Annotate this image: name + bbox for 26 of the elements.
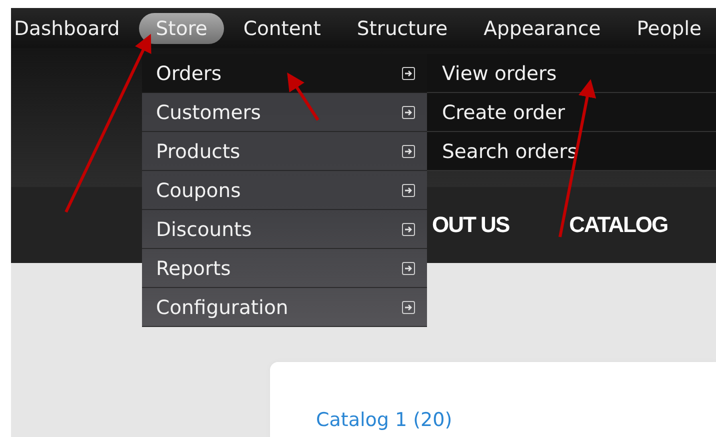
nav-link[interactable]: OUT US: [432, 212, 510, 238]
menu-item[interactable]: Customers: [142, 93, 427, 132]
toolbar-tab[interactable]: Content: [226, 12, 338, 44]
arrow-right-icon: [402, 66, 415, 80]
toolbar-tab[interactable]: Appearance: [466, 12, 618, 44]
toolbar-tab[interactable]: Dashboard: [11, 12, 137, 44]
nav-link[interactable]: CATALOG: [569, 212, 668, 238]
arrow-right-icon: [402, 144, 415, 158]
menu-item[interactable]: Orders: [142, 54, 427, 93]
arrow-right-icon: [402, 262, 415, 274]
menu-item[interactable]: Coupons: [142, 171, 427, 210]
arrow-right-icon: [402, 184, 415, 196]
arrow-right-icon: [402, 300, 415, 314]
arrow-right-icon: [402, 222, 415, 236]
menu-item[interactable]: Configuration: [142, 288, 427, 327]
menu-item[interactable]: Discounts: [142, 210, 427, 249]
annotation-arrow: [287, 72, 320, 121]
toolbar-tab[interactable]: Structure: [340, 12, 465, 44]
submenu-item[interactable]: View orders: [427, 54, 716, 93]
catalog-link[interactable]: Catalog 1 (20): [316, 409, 452, 431]
submenu-item[interactable]: Search orders: [427, 132, 716, 171]
menu-item[interactable]: Reports: [142, 249, 427, 288]
toolbar-tab[interactable]: People: [620, 12, 716, 44]
menu-item[interactable]: Products: [142, 132, 427, 171]
arrow-right-icon: [402, 106, 415, 118]
submenu-item[interactable]: Create order: [427, 93, 716, 132]
